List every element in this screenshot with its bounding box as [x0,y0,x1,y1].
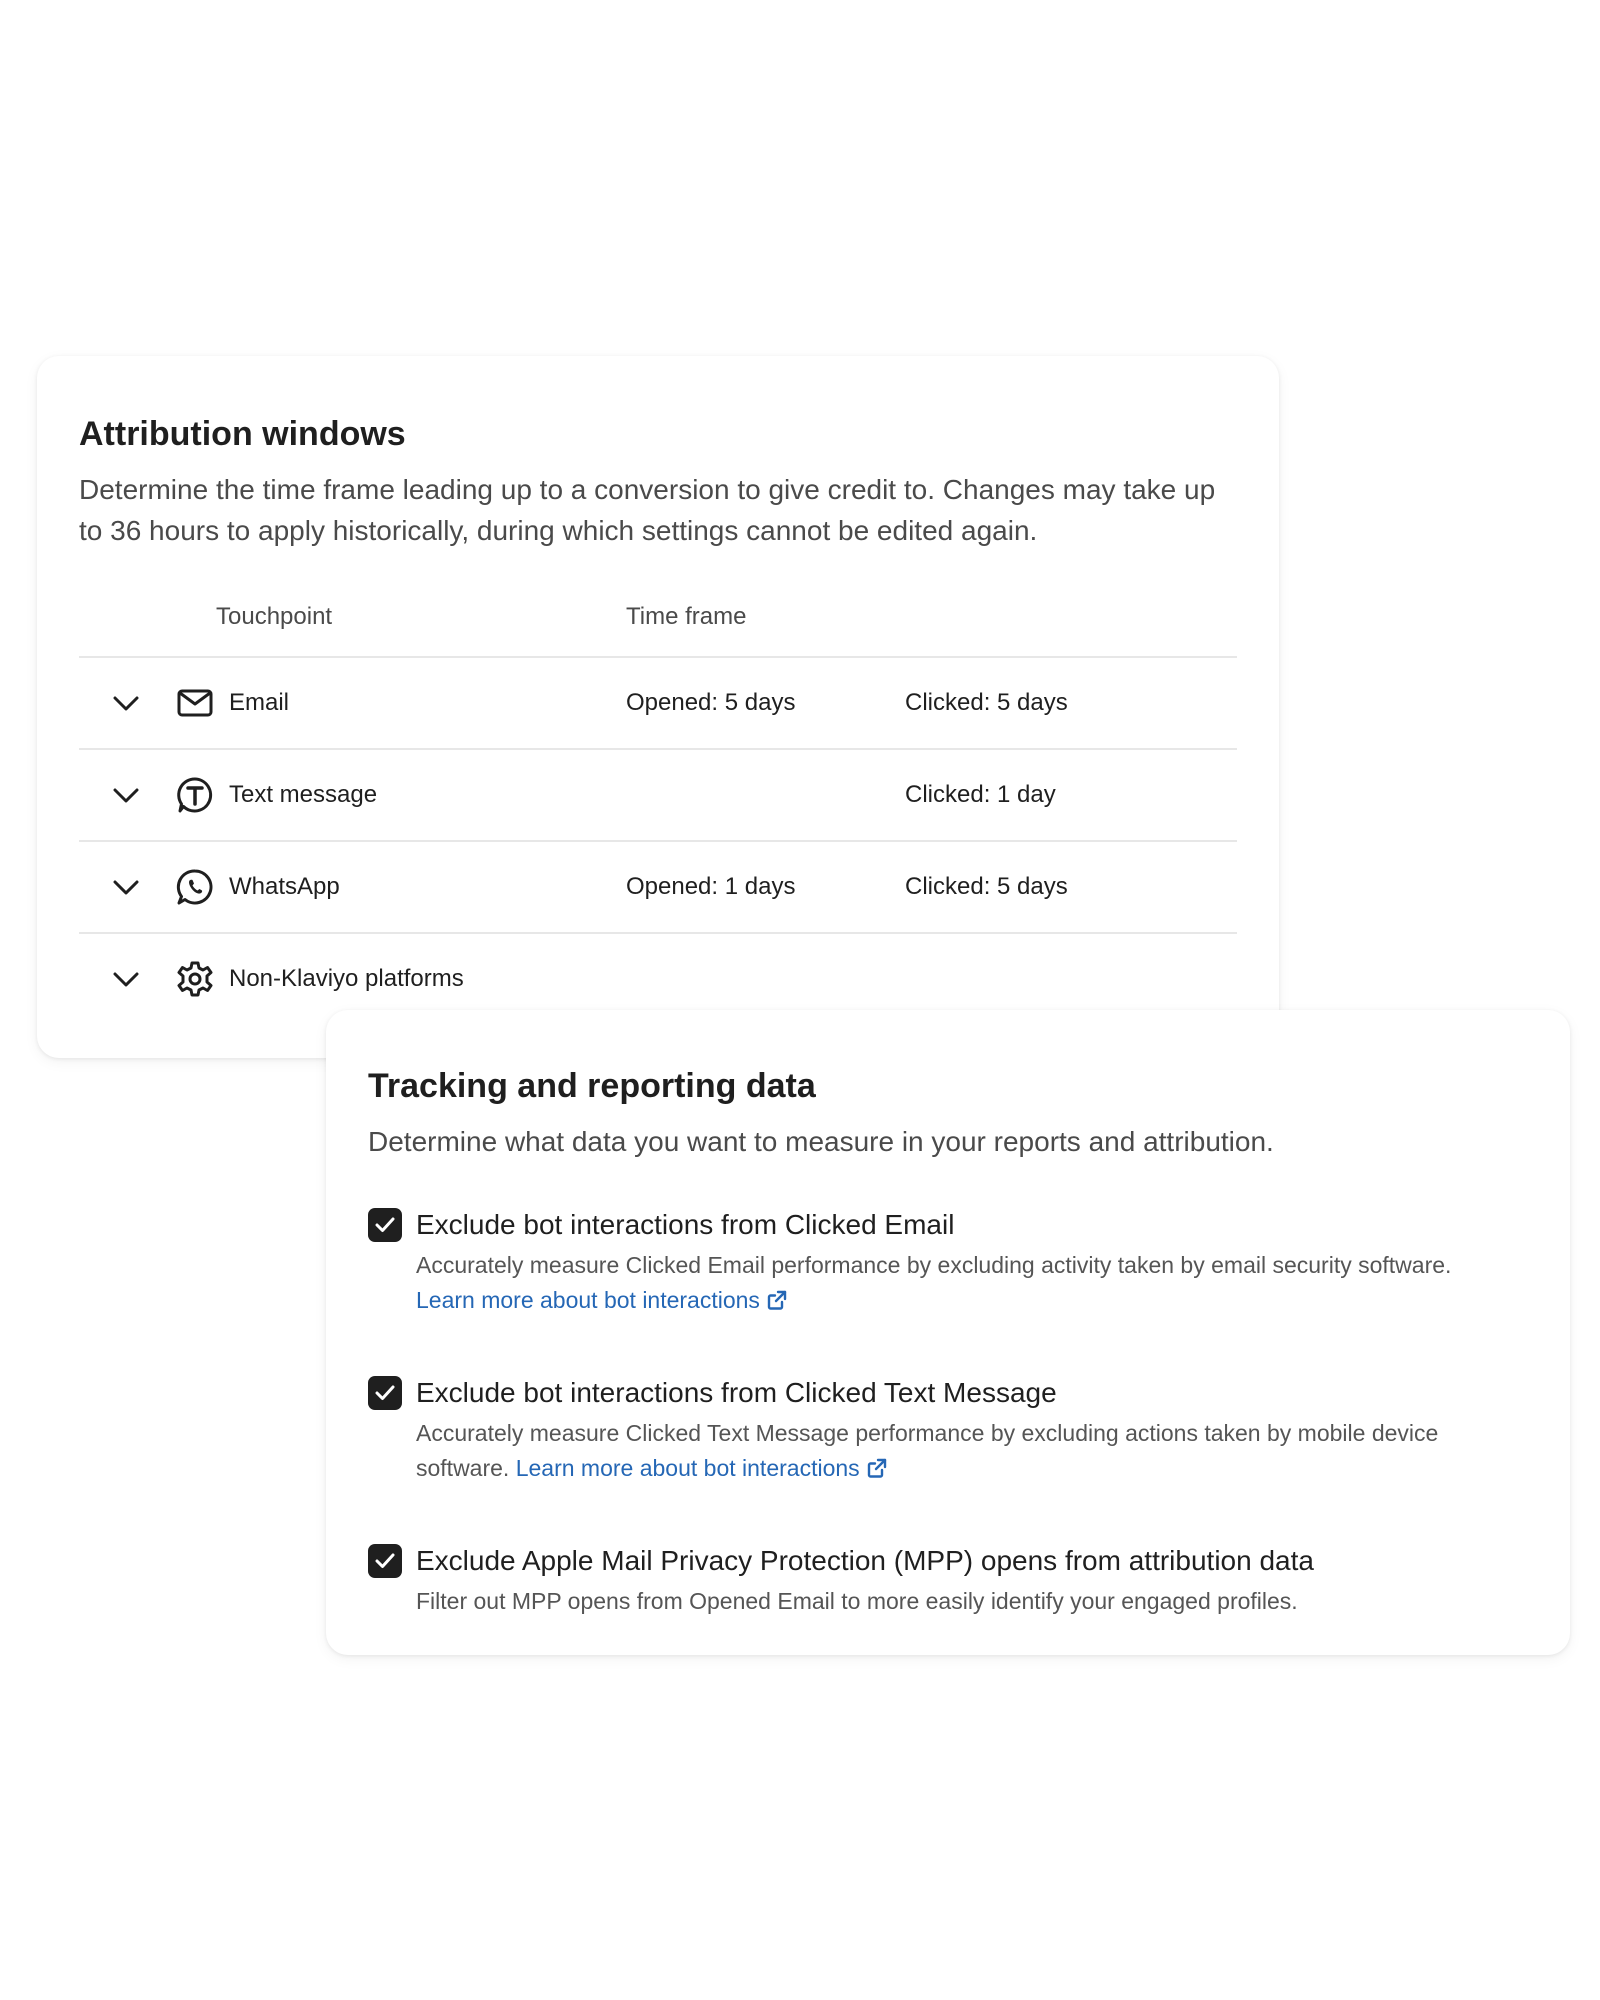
learn-more-link-text: Learn more about bot interactions [416,1286,760,1313]
option-label: Exclude bot interactions from Clicked Em… [416,1208,955,1240]
external-link-icon [860,1455,888,1481]
table-row-email[interactable]: Email Opened: 5 days Clicked: 5 days [79,658,1237,750]
exclude-bot-text-checkbox[interactable] [368,1375,402,1410]
learn-more-link[interactable]: Learn more about bot interactions [516,1455,888,1481]
option-label: Exclude Apple Mail Privacy Protection (M… [416,1544,1314,1576]
text-message-icon [176,776,214,814]
external-link-icon [760,1287,788,1313]
whatsapp-icon [176,868,214,906]
table-row-text-message[interactable]: Text message Clicked: 1 day [79,750,1237,842]
tracking-title: Tracking and reporting data [368,1067,816,1105]
option-description-text: Accurately measure Clicked Email perform… [416,1251,1452,1278]
time-frame-column-header: Time frame [626,602,747,630]
email-icon [176,684,214,722]
clicked-timeframe: Clicked: 5 days [905,872,1068,900]
table-header: Touchpoint Time frame [79,603,1237,658]
option-exclude-mpp: Exclude Apple Mail Privacy Protection (M… [368,1540,1528,1619]
touchpoint-column-header: Touchpoint [216,602,333,630]
option-description: Filter out MPP opens from Opened Email t… [416,1584,1526,1619]
attribution-table: Touchpoint Time frame Email Opened: 5 da… [79,603,1237,1024]
touchpoint-name: WhatsApp [229,872,340,900]
table-row-whatsapp[interactable]: WhatsApp Opened: 1 days Clicked: 5 days [79,842,1237,934]
option-description: Accurately measure Clicked Text Message … [416,1416,1526,1486]
option-description: Accurately measure Clicked Email perform… [416,1248,1526,1318]
opened-timeframe: Opened: 1 days [626,872,796,900]
exclude-bot-email-checkbox[interactable] [368,1207,402,1242]
attribution-description: Determine the time frame leading up to a… [79,473,1216,546]
tracking-description: Determine what data you want to measure … [368,1125,1274,1157]
clicked-timeframe: Clicked: 1 day [905,780,1056,808]
exclude-mpp-checkbox[interactable] [368,1543,402,1578]
chevron-down-icon[interactable] [111,780,141,810]
touchpoint-name: Text message [229,780,378,808]
tracking-reporting-card: Tracking and reporting data Determine wh… [326,1010,1570,1655]
clicked-timeframe: Clicked: 5 days [905,688,1068,716]
option-label: Exclude bot interactions from Clicked Te… [416,1376,1057,1408]
option-exclude-bot-text: Exclude bot interactions from Clicked Te… [368,1372,1528,1486]
touchpoint-name: Non-Klaviyo platforms [229,964,464,992]
chevron-down-icon[interactable] [111,688,141,718]
tracking-options: Exclude bot interactions from Clicked Em… [368,1204,1528,1619]
chevron-down-icon[interactable] [111,872,141,902]
option-description-text: Filter out MPP opens from Opened Email t… [416,1587,1298,1614]
touchpoint-name: Email [229,688,290,716]
gear-icon [176,960,214,998]
learn-more-link-text: Learn more about bot interactions [515,1454,860,1481]
attribution-title: Attribution windows [79,415,406,453]
attribution-windows-card: Attribution windows Determine the time f… [37,356,1279,1058]
option-exclude-bot-email: Exclude bot interactions from Clicked Em… [368,1204,1528,1318]
learn-more-link[interactable]: Learn more about bot interactions [416,1287,788,1313]
opened-timeframe: Opened: 5 days [626,688,796,716]
chevron-down-icon[interactable] [111,964,141,994]
